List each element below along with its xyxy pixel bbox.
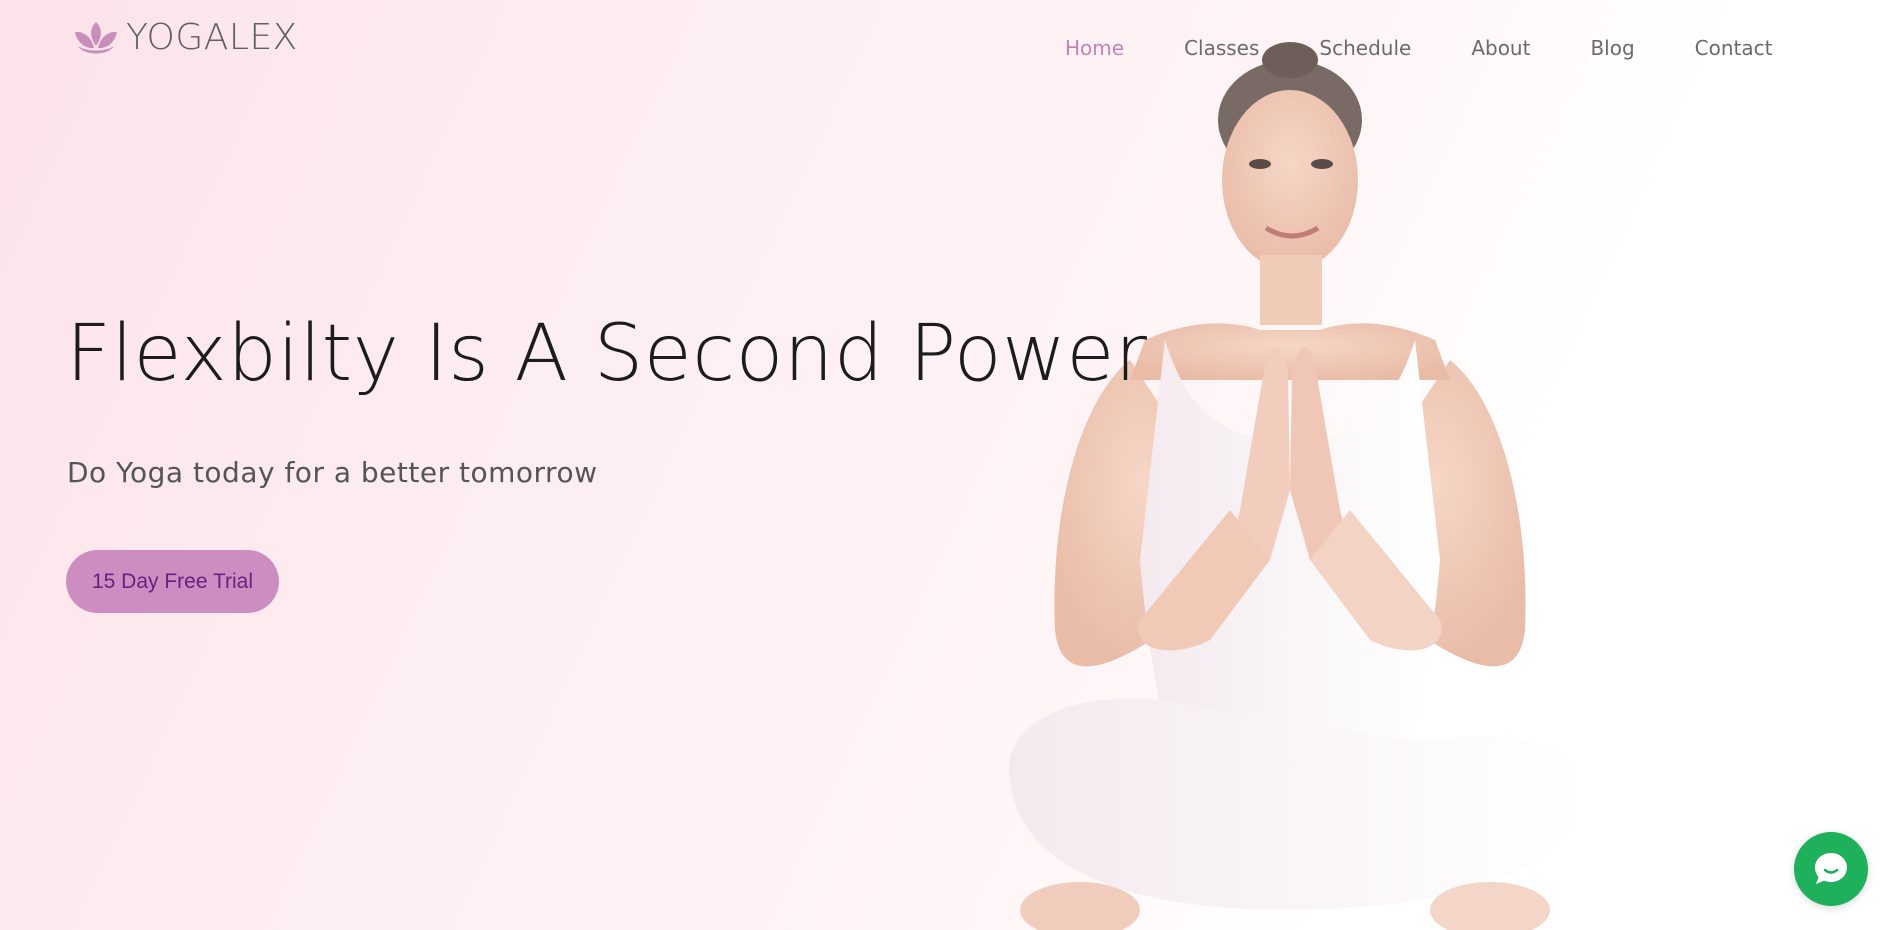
lotus-icon (75, 22, 117, 54)
brand-name: YOGALEX (126, 17, 298, 58)
landing-page: YOGALEX Home Classes Schedule About Blog… (0, 0, 1896, 930)
woman-meditating-photo (1008, 42, 1582, 930)
nav-item-contact[interactable]: Contact (1695, 36, 1773, 60)
free-trial-button[interactable]: 15 Day Free Trial (66, 550, 279, 613)
chat-bubble-icon (1815, 853, 1847, 884)
hero-title: Flexbilty Is A Second Power (66, 309, 1148, 399)
brand-logo[interactable]: YOGALEX (72, 18, 298, 58)
chat-button[interactable] (1794, 832, 1868, 906)
hero-subtitle: Do Yoga today for a better tomorrow (67, 456, 598, 489)
